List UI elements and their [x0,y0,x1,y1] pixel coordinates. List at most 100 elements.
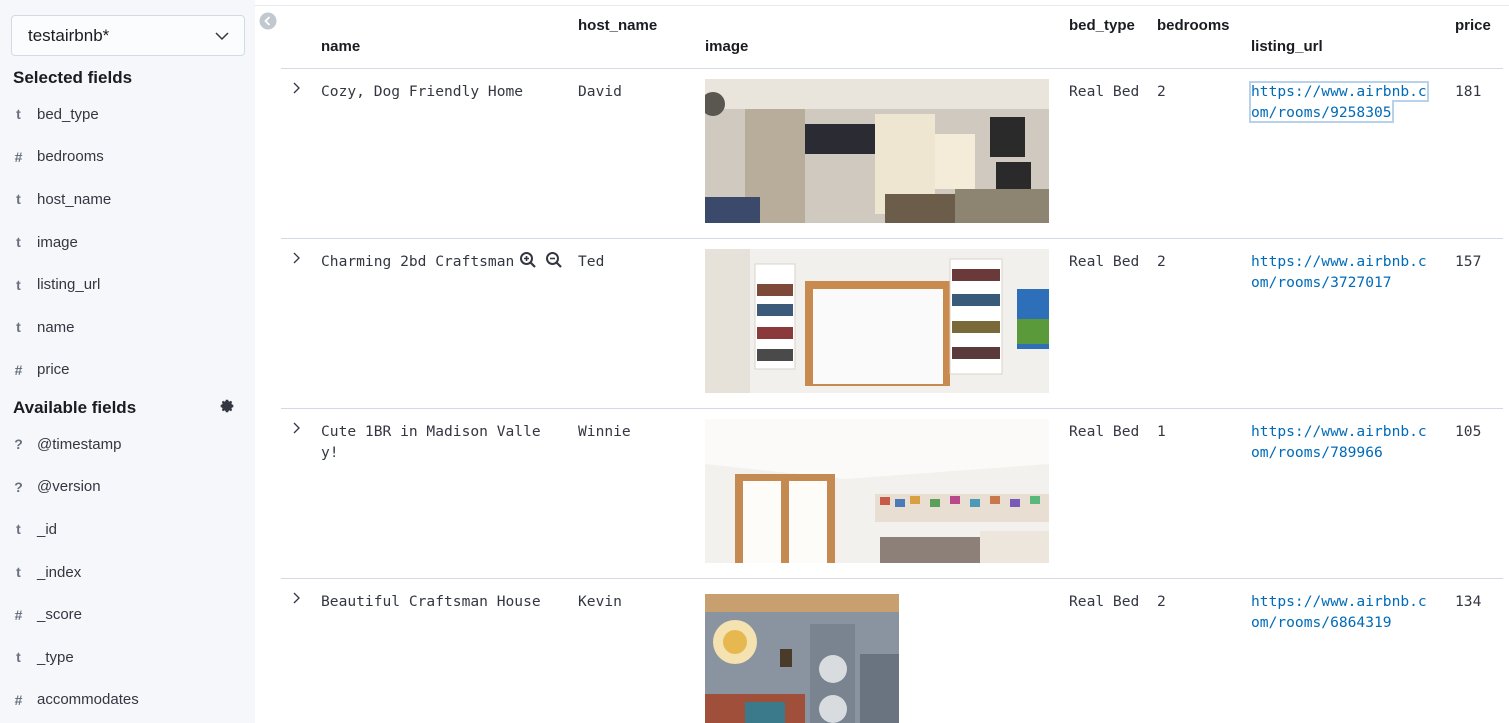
chevron-down-icon [215,31,229,40]
field-item-type[interactable]: t _type [0,636,255,679]
field-name: price [37,361,70,379]
column-header-bed-type[interactable]: bed_type [1069,17,1135,34]
field-name: bed_type [37,105,99,123]
field-type-icon: t [16,106,21,123]
field-type-icon: t [16,319,21,336]
cell-price: 157 [1455,253,1482,270]
cell-name: Beautiful Craftsman House [321,593,541,610]
field-type-icon: # [14,606,23,623]
column-header-host-name[interactable]: host_name [578,17,657,34]
table-row: Beautiful Craftsman House Kevin Real Bed… [281,579,1503,723]
table-row: Cozy, Dog Friendly Home David Real Bed 2… [281,69,1503,239]
field-item-id[interactable]: t _id [0,508,255,551]
cell-zoom-actions [519,251,563,269]
field-type-icon: t [16,276,21,293]
field-name: listing_url [37,276,101,294]
cell-name: Cozy, Dog Friendly Home [321,83,524,100]
field-name: _id [37,520,58,538]
collapse-sidebar-icon[interactable] [259,12,277,30]
cell-name: Charming 2bd Craftsman [321,253,515,270]
cell-host-name: Kevin [578,593,622,610]
cell-host-name: David [578,83,622,100]
chevron-right-icon[interactable] [289,251,303,265]
cell-listing-url-link[interactable]: https://www.airbnb.com/rooms/789966 [1251,421,1433,463]
field-type-icon: # [14,691,23,708]
cell-bed-type: Real Bed [1069,253,1140,270]
listing-image [705,249,1049,393]
cell-name: Cute 1BR in Madison Valley! [321,423,541,461]
column-header-image[interactable]: image [705,38,748,55]
column-header-listing-url[interactable]: listing_url [1251,38,1323,55]
field-item-image[interactable]: t image [0,221,255,264]
zoom-in-icon[interactable] [519,251,537,269]
field-name: _type [37,648,74,666]
field-type-icon: ? [14,478,23,495]
field-item-price[interactable]: # price [0,349,255,392]
field-type-icon: # [14,148,23,165]
chevron-right-icon[interactable] [289,421,303,435]
field-sidebar: testairbnb* Selected fields t bed_type # b… [0,0,255,723]
column-header-price[interactable]: price [1455,17,1491,34]
listing-url-text: https://www.airbnb.com/rooms/789966 [1251,423,1427,461]
cell-bedrooms: 2 [1157,83,1166,100]
document-table-area: name host_name image bed_type bedrooms l… [255,0,1509,723]
field-name: _index [37,563,82,581]
field-item-host-name[interactable]: t host_name [0,178,255,221]
field-type-icon: t [16,649,21,666]
cell-bed-type: Real Bed [1069,593,1140,610]
cell-bedrooms: 1 [1157,423,1166,440]
field-item-timestamp[interactable]: ? @timestamp [0,423,255,466]
available-fields-title: Available fields [13,398,137,417]
field-name: image [37,233,78,251]
field-type-icon: t [16,234,21,251]
cell-host-name: Winnie [578,423,631,440]
field-item-index[interactable]: t _index [0,551,255,594]
field-item-name[interactable]: t name [0,306,255,349]
cell-listing-url-link[interactable]: https://www.airbnb.com/rooms/9258305 [1249,81,1433,123]
field-name: accommodates [37,691,139,709]
field-type-icon: t [16,564,21,581]
listing-url-text: https://www.airbnb.com/rooms/9258305 [1249,81,1429,123]
listing-image [705,79,1049,223]
field-type-icon: # [14,361,23,378]
chevron-right-icon[interactable] [289,591,303,605]
field-type-icon: t [16,521,21,538]
selected-fields-list: t bed_type # bedrooms t host_name t image tl… [0,93,255,391]
field-type-icon: ? [14,436,23,453]
field-name: @version [37,478,101,496]
column-header-name[interactable]: name [321,38,360,55]
cell-bed-type: Real Bed [1069,423,1140,440]
gear-icon[interactable] [219,398,235,414]
index-pattern-label: testairbnb* [28,25,110,45]
table-row: Charming 2bd Craftsman Ted Real Bed 2 ht… [281,239,1503,409]
available-fields-list: ? @timestamp ? @version t _id t _index # _sco… [0,423,255,721]
cell-listing-url-link[interactable]: https://www.airbnb.com/rooms/3727017 [1251,251,1433,293]
column-header-bedrooms[interactable]: bedrooms [1157,17,1230,34]
listing-image [705,419,1049,563]
listing-url-text: https://www.airbnb.com/rooms/3727017 [1251,253,1427,291]
cell-bedrooms: 2 [1157,593,1166,610]
cell-listing-url-link[interactable]: https://www.airbnb.com/rooms/6864319 [1251,591,1433,633]
field-item-listing-url[interactable]: t listing_url [0,263,255,306]
cell-host-name: Ted [578,253,605,270]
zoom-out-icon[interactable] [545,251,563,269]
field-item-bed-type[interactable]: t bed_type [0,93,255,136]
field-item-score[interactable]: # _score [0,593,255,636]
index-pattern-select[interactable]: testairbnb* [11,15,245,56]
field-name: _score [37,606,83,624]
cell-bedrooms: 2 [1157,253,1166,270]
listing-image [705,594,899,723]
table-row: Cute 1BR in Madison Valley! Winnie Real … [281,409,1503,579]
field-item-accommodates[interactable]: # accommodates [0,679,255,722]
field-name: host_name [37,190,112,208]
listing-url-text: https://www.airbnb.com/rooms/6864319 [1251,593,1427,631]
field-name: bedrooms [37,148,104,166]
field-type-icon: t [16,191,21,208]
divider [255,5,1509,6]
cell-price: 181 [1455,83,1482,100]
field-name: name [37,318,75,336]
field-item-bedrooms[interactable]: # bedrooms [0,136,255,179]
selected-fields-title: Selected fields [13,68,133,87]
field-item-version[interactable]: ? @version [0,466,255,509]
chevron-right-icon[interactable] [289,81,303,95]
